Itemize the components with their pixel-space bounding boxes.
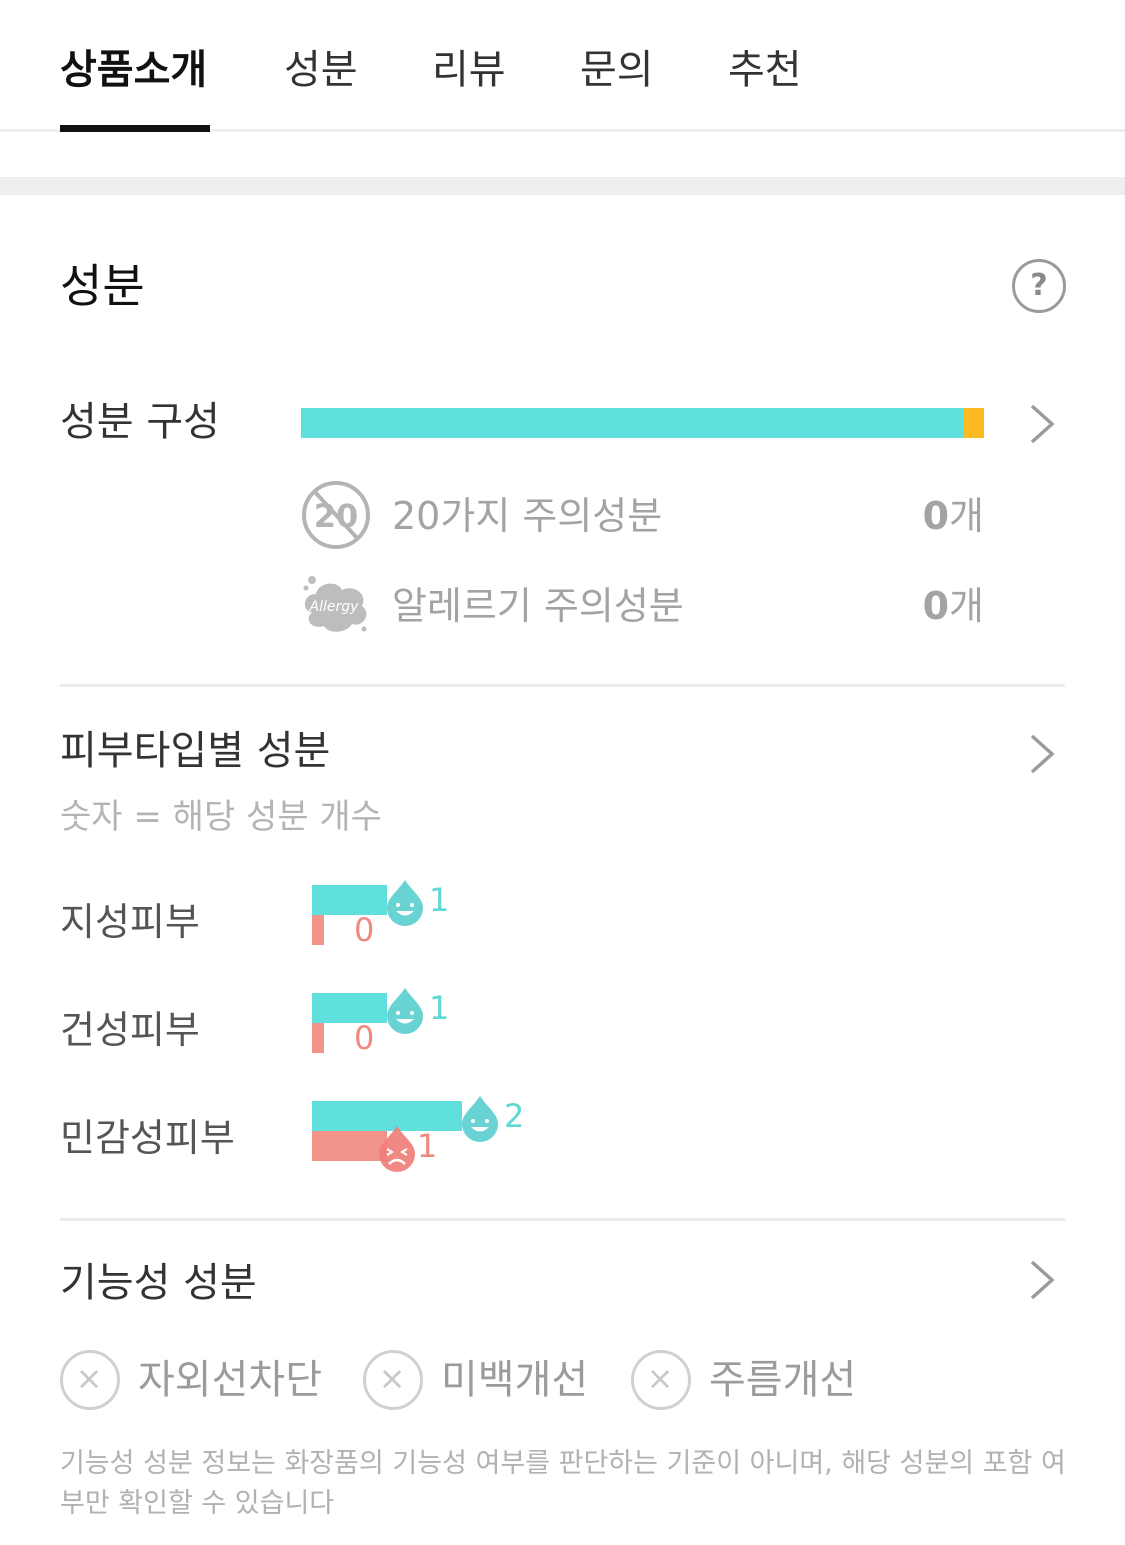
smile-drop-icon (387, 988, 423, 1034)
active-tab-indicator (60, 125, 210, 132)
svg-text:20: 20 (314, 497, 359, 535)
good-ingredient-count: 1 (429, 989, 450, 1027)
bad-ingredient-bar (312, 1023, 324, 1053)
divider (60, 1218, 1065, 1221)
functional-item-label: 미백개선 (441, 1357, 589, 1403)
good-ingredient-bar (312, 885, 387, 915)
composition-chevron-right-icon[interactable] (1026, 402, 1060, 446)
functional-chevron-right-icon[interactable] (1026, 1258, 1060, 1302)
skin-type-title: 피부타입별 성분 (60, 728, 331, 774)
tab-product-intro[interactable]: 상품소개 (60, 42, 207, 98)
skin-type-label: 민감성피부 (60, 1116, 235, 1160)
tab-bar: 상품소개 성분 리뷰 문의 추천 (0, 0, 1125, 132)
tab-reviews[interactable]: 리뷰 (432, 42, 506, 98)
good-ingredient-count: 2 (504, 1097, 525, 1135)
skin-type-label: 건성피부 (60, 1008, 200, 1052)
composition-warn-segment (963, 408, 984, 438)
divider (60, 684, 1065, 687)
allergy-cloud-icon: Allergy (303, 576, 367, 632)
functional-note: 기능성 성분 정보는 화장품의 기능성 여부를 판단하는 기준이 아니며, 해당… (60, 1448, 1066, 1519)
skin-type-chevron-right-icon[interactable] (1026, 732, 1060, 776)
frown-drop-icon (379, 1126, 415, 1172)
caution-20-count: 0개 (922, 494, 984, 538)
section-separator (0, 177, 1125, 195)
composition-title: 성분 구성 (60, 399, 220, 445)
bad-ingredient-count: 1 (417, 1127, 438, 1165)
functional-item-label: 자외선차단 (138, 1357, 322, 1403)
no-20-icon: 20 (302, 481, 370, 549)
close-circle-icon (60, 1350, 120, 1410)
tab-inquiry[interactable]: 문의 (580, 42, 654, 98)
section-title: 성분 (60, 259, 145, 313)
good-ingredient-bar (312, 993, 387, 1023)
good-ingredient-count: 1 (429, 881, 450, 919)
functional-title: 기능성 성분 (60, 1260, 257, 1306)
help-button[interactable]: ? (1012, 259, 1066, 313)
bad-ingredient-bar (312, 915, 324, 945)
tab-recommend[interactable]: 추천 (728, 42, 802, 98)
tab-ingredients[interactable]: 성분 (284, 42, 358, 98)
smile-drop-icon (387, 880, 423, 926)
svg-text:Allergy: Allergy (309, 599, 360, 615)
caution-20-label: 20가지 주의성분 (392, 494, 663, 538)
allergy-caution-count: 0개 (922, 584, 984, 628)
allergy-caution-label: 알레르기 주의성분 (392, 584, 684, 628)
close-circle-icon (363, 1350, 423, 1410)
composition-bar (301, 408, 984, 438)
close-circle-icon (631, 1350, 691, 1410)
functional-item-label: 주름개선 (709, 1357, 857, 1403)
bad-ingredient-count: 0 (354, 1019, 375, 1057)
skin-type-label: 지성피부 (60, 900, 200, 944)
skin-type-subtitle: 숫자 = 해당 성분 개수 (60, 797, 382, 837)
bad-ingredient-count: 0 (354, 911, 375, 949)
smile-drop-icon (462, 1096, 498, 1142)
